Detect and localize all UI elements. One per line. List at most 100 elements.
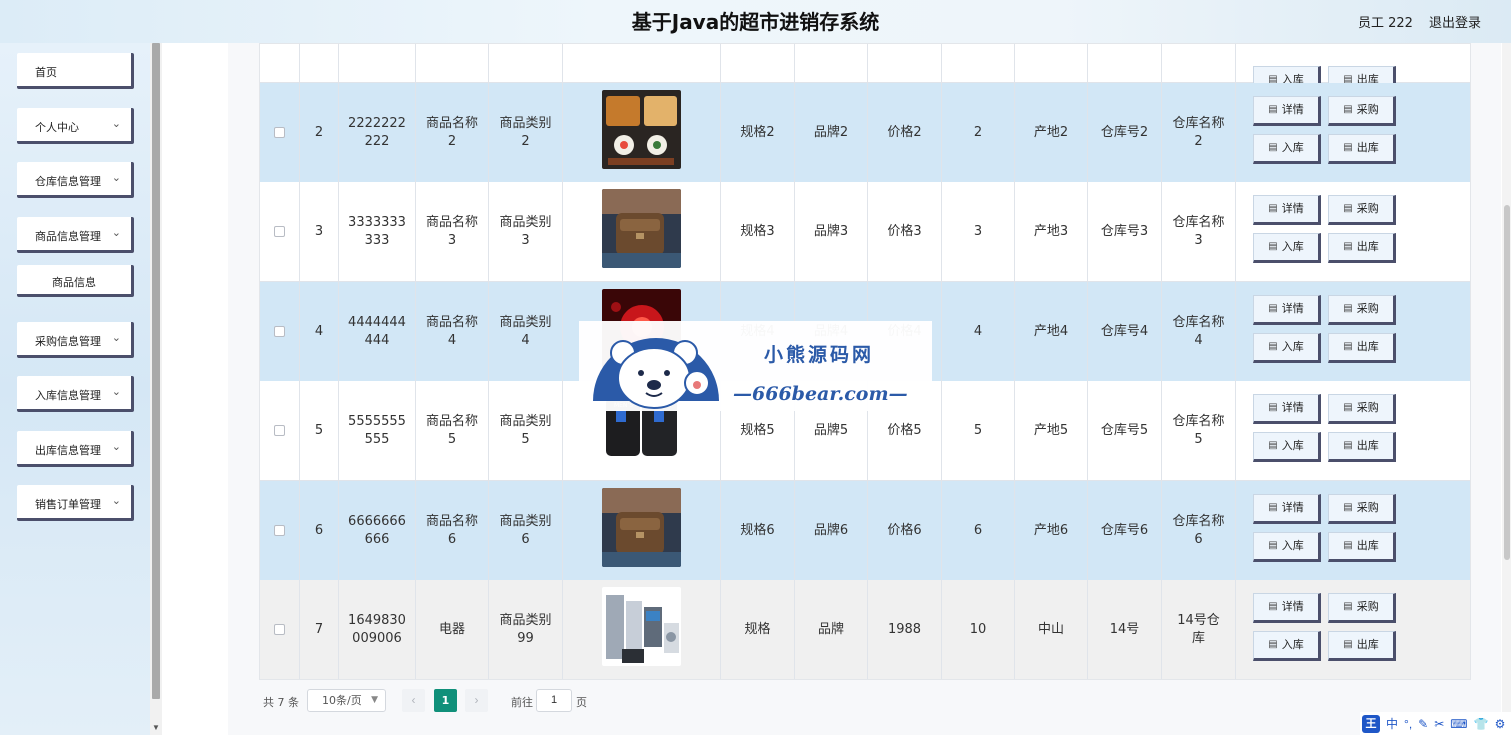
ime-item-7-icon[interactable]: ⚙: [1495, 717, 1506, 731]
sidebar-item-1[interactable]: 个人中心 ⌄: [17, 108, 134, 144]
purchase-button[interactable]: ▤ 采购: [1328, 494, 1396, 524]
cell-origin: 中山: [1015, 580, 1088, 679]
table-row[interactable]: 3 3333333333 商品名称3 商品类别3 规格3 品牌3 价格3 3 产地3 仓库号3 仓库…: [260, 182, 1470, 282]
page-size-value: 10条/页: [322, 694, 362, 707]
out-button[interactable]: ▤ 出库: [1328, 233, 1396, 263]
category-text: 商品类别5: [499, 413, 552, 447]
ime-toolbar[interactable]: 王中 °, ✎ ✂ ⌨ 👕 ⚙: [1360, 712, 1511, 735]
row-actions-cell: ▤ 入库 ▤ 出库: [1236, 44, 1470, 96]
cell-wh_name: 14号仓库: [1162, 580, 1236, 679]
detail-button[interactable]: ▤ 详情: [1253, 295, 1321, 325]
ime-item-6-icon[interactable]: 👕: [1474, 717, 1489, 731]
row-checkbox[interactable]: [274, 326, 285, 337]
index-text: 3: [314, 223, 324, 239]
goto-page-input[interactable]: 1: [536, 689, 572, 712]
app-title: 基于Java的超市进销存系统: [631, 10, 880, 34]
sidebar-item-5[interactable]: 采购信息管理 ⌄: [17, 322, 134, 358]
row-checkbox[interactable]: [274, 425, 285, 436]
page-scrollbar-thumb[interactable]: [1504, 205, 1510, 560]
sidebar-item-2[interactable]: 仓库信息管理 ⌄: [17, 162, 134, 198]
purchase-button-label: 采购: [1356, 600, 1379, 613]
row-actions-cell: ▤ 详情 ▤ 采购 ▤ 入库 ▤ 出库: [1236, 282, 1470, 381]
cell-category: 商品类别5: [489, 381, 563, 480]
ime-item-2-icon[interactable]: °,: [1404, 717, 1412, 731]
prev-page-button[interactable]: ‹: [402, 689, 425, 712]
qty-text: 6: [973, 522, 983, 538]
page-size-select[interactable]: 10条/页 ▼: [307, 689, 386, 712]
row-checkbox[interactable]: [274, 226, 285, 237]
logout-link[interactable]: 退出登录: [1429, 12, 1481, 31]
cell-code: 5555555555: [339, 381, 416, 480]
table-row[interactable]: 7 1649830009006 电器 商品类别99 规格 品牌 1988 10 中山 14号 14号…: [260, 580, 1470, 679]
detail-button[interactable]: ▤ 详情: [1253, 195, 1321, 225]
document-icon: ▤: [1343, 203, 1353, 214]
table-row[interactable]: ▤ 入库 ▤ 出库: [260, 44, 1470, 96]
ime-item-5-icon[interactable]: ⌨: [1450, 717, 1467, 731]
brand-text: 品牌3: [813, 223, 849, 239]
in-button[interactable]: ▤ 入库: [1253, 134, 1321, 164]
sidebar-item-7[interactable]: 出库信息管理 ⌄: [17, 431, 134, 467]
row-checkbox[interactable]: [274, 624, 285, 635]
out-button[interactable]: ▤ 出库: [1328, 532, 1396, 562]
ime-item-1-icon[interactable]: 中: [1386, 715, 1398, 732]
row-actions-cell: ▤ 详情 ▤ 采购 ▤ 入库 ▤ 出库: [1236, 83, 1470, 182]
cell-code: 2222222222: [339, 83, 416, 182]
category-text: 商品类别4: [499, 314, 552, 348]
out-button[interactable]: ▤ 出库: [1328, 432, 1396, 462]
cell-price: 价格2: [868, 83, 942, 182]
purchase-button[interactable]: ▤ 采购: [1328, 195, 1396, 225]
ime-item-4-icon[interactable]: ✂: [1434, 717, 1444, 731]
sidebar-item-8[interactable]: 销售订单管理 ⌄: [17, 485, 134, 521]
ime-item-0-icon[interactable]: 王: [1362, 714, 1380, 733]
detail-button[interactable]: ▤ 详情: [1253, 494, 1321, 524]
row-select-cell: [260, 182, 300, 281]
in-button[interactable]: ▤ 入库: [1253, 532, 1321, 562]
out-button[interactable]: ▤ 出库: [1328, 333, 1396, 363]
next-page-button[interactable]: ›: [465, 689, 488, 712]
out-button[interactable]: ▤ 出库: [1328, 134, 1396, 164]
row-select-cell: [260, 481, 300, 580]
sidebar-item-3[interactable]: 商品信息管理 ⌄: [17, 217, 134, 253]
in-button[interactable]: ▤ 入库: [1253, 333, 1321, 363]
chevron-down-icon: ⌄: [111, 226, 121, 239]
out-button-label: 出库: [1356, 638, 1379, 651]
cell-index: 4: [300, 282, 339, 381]
sidebar-item-4[interactable]: 商品信息: [17, 265, 134, 297]
sidebar-item-0[interactable]: 首页: [17, 53, 134, 89]
appliances-image: [602, 587, 681, 672]
in-button[interactable]: ▤ 入库: [1253, 631, 1321, 661]
wh_name-text: 仓库名称4: [1172, 314, 1225, 348]
detail-button[interactable]: ▤ 详情: [1253, 394, 1321, 424]
table-row[interactable]: 6 6666666666 商品名称6 商品类别6 规格6 品牌6 价格6 6 产地6 仓库号6 仓库…: [260, 481, 1470, 581]
cell-name: 商品名称4: [416, 282, 489, 381]
purchase-button[interactable]: ▤ 采购: [1328, 96, 1396, 126]
price-text: 价格6: [887, 522, 922, 538]
out-button[interactable]: ▤ 出库: [1328, 631, 1396, 661]
index-text: 6: [314, 522, 324, 538]
cell-category: 商品类别6: [489, 481, 563, 580]
purchase-button[interactable]: ▤ 采购: [1328, 394, 1396, 424]
scroll-down-icon[interactable]: ▼: [150, 720, 162, 735]
detail-button[interactable]: ▤ 详情: [1253, 593, 1321, 623]
purchase-button[interactable]: ▤ 采购: [1328, 593, 1396, 623]
purchase-button[interactable]: ▤ 采购: [1328, 295, 1396, 325]
row-actions-cell: ▤ 详情 ▤ 采购 ▤ 入库 ▤ 出库: [1236, 481, 1470, 580]
in-button-label: 入库: [1281, 141, 1304, 154]
code-text: 2222222222: [348, 115, 406, 149]
row-checkbox[interactable]: [274, 127, 285, 138]
cell-spec: 规格: [721, 580, 795, 679]
sidebar-item-label: 商品信息管理: [35, 230, 101, 243]
cell-origin: 产地6: [1015, 481, 1088, 580]
cell-wh_name: 仓库名称6: [1162, 481, 1236, 580]
sidebar-scrollbar-thumb[interactable]: [152, 43, 160, 699]
detail-button[interactable]: ▤ 详情: [1253, 96, 1321, 126]
page-number-current[interactable]: 1: [434, 689, 457, 712]
code-text: 6666666666: [348, 513, 406, 547]
chevron-down-icon: ⌄: [111, 440, 121, 453]
row-checkbox[interactable]: [274, 525, 285, 536]
ime-item-3-icon[interactable]: ✎: [1418, 717, 1428, 731]
sidebar-item-6[interactable]: 入库信息管理 ⌄: [17, 376, 134, 412]
in-button[interactable]: ▤ 入库: [1253, 233, 1321, 263]
table-row[interactable]: 2 2222222222 商品名称2 商品类别2 规格2 品牌2 价格2 2 产地2 仓库号2 仓库…: [260, 83, 1470, 183]
in-button[interactable]: ▤ 入库: [1253, 432, 1321, 462]
